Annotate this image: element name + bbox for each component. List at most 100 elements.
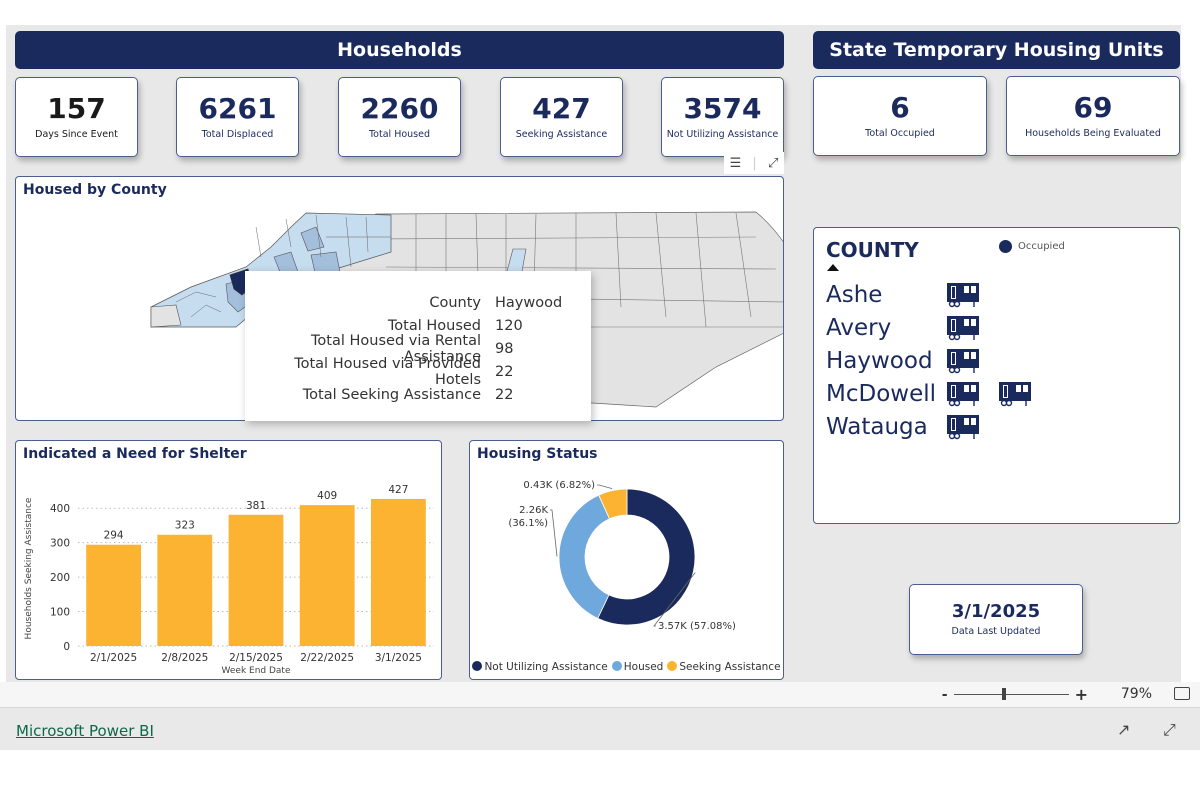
zoom-slider-thumb[interactable] (1001, 688, 1006, 700)
y-tick-label: 300 (50, 538, 70, 550)
zoom-in-button[interactable]: + (1075, 685, 1088, 704)
county-row[interactable]: Haywood (826, 344, 998, 377)
legend-label: Housed (623, 661, 664, 673)
map-tooltip: County Haywood Total Housed 120 Total Hous… (245, 271, 591, 421)
county-row[interactable]: Watauga (826, 410, 998, 443)
map-region-gray-southwest (150, 304, 182, 328)
share-icon[interactable]: ↗ (1117, 720, 1130, 739)
y-tick-label: 200 (50, 572, 70, 584)
trailer-unit-icon[interactable] (946, 315, 998, 341)
tooltip-key: Total Housed (387, 317, 481, 334)
kpi-label: Days Since Event (35, 128, 118, 140)
kpi-label: Seeking Assistance (515, 128, 608, 140)
trailer-unit-icon[interactable] (946, 348, 998, 374)
slice-data-label: 0.43K (6.82%) (523, 480, 595, 491)
bar[interactable] (86, 544, 142, 646)
leader-line (597, 484, 613, 489)
legend-item[interactable]: Housed (611, 661, 664, 673)
tooltip-value: 22 (495, 386, 514, 403)
powerbi-link[interactable]: Microsoft Power BI (16, 722, 154, 740)
kpi-value: 157 (47, 92, 106, 126)
footer-bar: Microsoft Power BI ↗ ⤢ (0, 708, 1200, 750)
kpi-label: Total Displaced (201, 128, 274, 140)
x-tick-label: 2/22/2025 (300, 652, 354, 664)
county-name: Avery (826, 314, 892, 341)
bar-data-label: 427 (388, 484, 408, 496)
county-name: McDowell (826, 380, 937, 407)
kpi-value: 6 (890, 91, 910, 125)
temp-housing-banner: State Temporary Housing Units (813, 31, 1180, 69)
trailer-unit-icon[interactable] (946, 282, 998, 308)
legend-label: Not Utilizing Assistance (484, 661, 608, 673)
county-row[interactable]: Ashe (826, 278, 998, 311)
housing-status-chart-panel: Housing Status 3.57K (57.08%) 2.26K (36.1%… (469, 440, 784, 680)
x-tick-label: 3/1/2025 (375, 652, 422, 664)
donut-slice[interactable] (558, 494, 611, 619)
tooltip-key: Total Seeking Assistance (302, 386, 481, 403)
kpi-card-seeking-assistance[interactable]: 427 Seeking Assistance (500, 77, 623, 157)
kpi-card-households-being-evaluated[interactable]: 69 Households Being Evaluated (1006, 76, 1180, 156)
donut-legend: Not Utilizing Assistance Housed Seeking … (470, 661, 783, 673)
kpi-card-total-occupied[interactable]: 6 Total Occupied (813, 76, 987, 156)
leader-line (550, 509, 558, 557)
x-axis-title: Week End Date (222, 666, 291, 676)
fit-to-page-icon[interactable] (1174, 687, 1190, 700)
households-banner-title: Households (337, 39, 462, 61)
kpi-value: 3574 (683, 92, 762, 126)
bar[interactable] (370, 498, 426, 646)
occupied-legend-dot-icon (999, 240, 1012, 253)
tooltip-value: 120 (495, 317, 523, 334)
bar-data-label: 381 (246, 500, 266, 512)
kpi-label: Not Utilizing Assistance (666, 128, 779, 140)
trailer-unit-icon[interactable] (946, 381, 998, 407)
bar-data-label: 409 (317, 490, 337, 502)
county-name: Haywood (826, 347, 933, 374)
tooltip-key: County (429, 294, 481, 311)
bar-data-label: 294 (104, 530, 124, 542)
county-row[interactable]: McDowell (826, 377, 1050, 410)
bar[interactable] (228, 514, 284, 646)
tooltip-value: 22 (495, 363, 514, 380)
bar[interactable] (299, 505, 355, 646)
zoom-slider[interactable] (953, 688, 1069, 700)
focus-mode-icon[interactable]: ⤢ (768, 156, 778, 171)
status-bar: - + 79% (0, 682, 1200, 708)
county-name: Watauga (826, 413, 928, 440)
sort-ascending-icon[interactable] (827, 264, 839, 271)
kpi-card-total-housed[interactable]: 2260 Total Housed (338, 77, 461, 157)
trailer-unit-icon[interactable] (946, 414, 998, 440)
kpi-value: 427 (532, 92, 591, 126)
legend-item[interactable]: Not Utilizing Assistance (472, 661, 608, 673)
slice-data-label: 2.26K (519, 505, 548, 516)
slice-data-label: (36.1%) (508, 518, 548, 529)
tooltip-row: County Haywood (245, 291, 591, 314)
fullscreen-icon[interactable]: ⤢ (1163, 720, 1176, 740)
county-name: Ashe (826, 281, 883, 308)
kpi-label: Households Being Evaluated (1025, 127, 1161, 139)
kpi-card-total-displaced[interactable]: 6261 Total Displaced (176, 77, 299, 157)
tooltip-value: 98 (495, 340, 514, 357)
last-updated-card: 3/1/2025 Data Last Updated (909, 584, 1083, 655)
legend-dot-icon (611, 661, 622, 671)
kpi-value: 6261 (198, 92, 277, 126)
kpi-card-not-utilizing-assistance[interactable]: 3574 Not Utilizing Assistance (661, 77, 784, 157)
x-tick-label: 2/8/2025 (161, 652, 208, 664)
county-row[interactable]: Avery (826, 311, 998, 344)
zoom-out-button[interactable]: - (942, 687, 948, 703)
kpi-label: Total Housed (368, 128, 430, 140)
county-column-header[interactable]: COUNTY (826, 238, 919, 262)
kpi-card-days-since-event[interactable]: 157 Days Since Event (15, 77, 138, 157)
last-updated-value: 3/1/2025 (951, 601, 1041, 623)
shelter-need-chart-panel: Indicated a Need for Shelter 0 100 200 300 4… (15, 440, 442, 680)
trailer-unit-icon[interactable] (998, 381, 1050, 407)
slice-data-label: 3.57K (57.08%) (658, 621, 736, 632)
y-tick-label: 100 (50, 607, 70, 619)
donut-chart: 3.57K (57.08%) 2.26K (36.1%) 0.43K (6.82%) (508, 480, 736, 632)
temp-housing-banner-title: State Temporary Housing Units (829, 39, 1164, 61)
filter-icon[interactable]: ☰ (730, 156, 742, 171)
households-banner: Households (15, 31, 784, 69)
bar[interactable] (157, 534, 213, 646)
legend-item[interactable]: Seeking Assistance (667, 661, 781, 673)
kpi-label: Total Occupied (865, 127, 935, 139)
zoom-control: - + (942, 685, 1088, 704)
